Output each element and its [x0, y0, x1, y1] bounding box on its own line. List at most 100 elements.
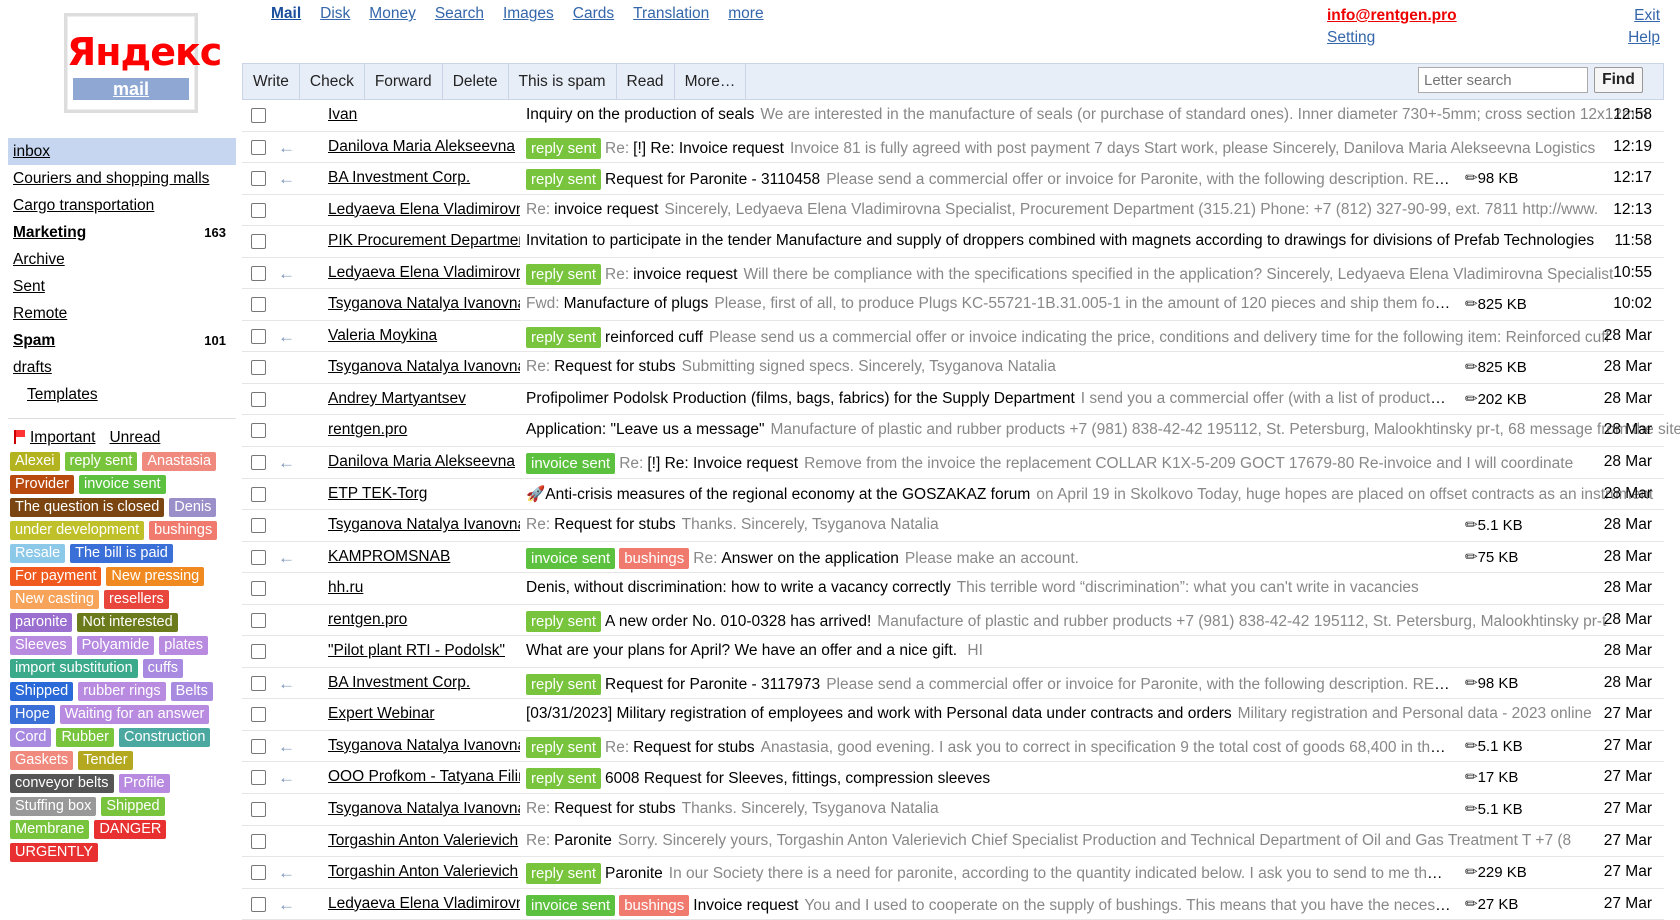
message-content[interactable]: Re: Request for stubs Thanks. Sincerely, T… [526, 800, 1451, 818]
find-button[interactable]: Find [1594, 67, 1643, 93]
message-checkbox[interactable] [251, 581, 266, 597]
message-content[interactable]: Re: Request for stubs Thanks. Sincerely, T… [526, 516, 1451, 534]
message-row[interactable]: PIK Procurement Department Invitation to … [242, 226, 1664, 258]
message-tag[interactable]: bushings [619, 547, 690, 569]
label-tag[interactable]: Cord [10, 728, 52, 747]
message-row[interactable]: ETP TEK-Torg 🚀Anti-crisis measures of the… [242, 479, 1664, 511]
message-sender[interactable]: Ledyaeva Elena Vladimirovna [328, 895, 520, 913]
label-tag[interactable]: URGENTLY [10, 843, 98, 862]
label-tag[interactable]: Tender [78, 751, 133, 770]
message-sender[interactable]: Tsyganova Natalya Ivanovna [328, 358, 520, 376]
folder-spam[interactable]: Spam 101 [8, 327, 236, 354]
message-content[interactable]: reply sent Paronite In our Society there i… [526, 863, 1451, 885]
filter-unread[interactable]: Unread [109, 429, 160, 447]
message-sender[interactable]: Valeria Moykina [328, 327, 520, 345]
filter-important[interactable]: Important [14, 429, 95, 447]
help-link[interactable]: Help [1628, 27, 1660, 49]
folder-couriers-and-shopping-malls[interactable]: Couriers and shopping malls [8, 165, 236, 192]
label-tag[interactable]: Provider [10, 475, 74, 494]
message-row[interactable]: Tsyganova Natalya Ivanovna Re: Request for… [242, 794, 1664, 826]
message-sender[interactable]: hh.ru [328, 579, 520, 597]
message-checkbox[interactable] [251, 738, 266, 754]
message-attachment[interactable]: ✐5.1 KB [1459, 515, 1522, 536]
message-sender[interactable]: Danilova Maria Alekseevna [328, 138, 520, 156]
label-tag[interactable]: plates [159, 636, 208, 655]
message-checkbox[interactable] [251, 297, 266, 313]
label-tag[interactable]: Anastasia [142, 452, 217, 471]
message-row[interactable]: ← Torgashin Anton Valerievich reply sent Pa… [242, 857, 1664, 889]
label-tag[interactable]: Gaskets [10, 751, 74, 770]
message-tag[interactable]: reply sent [526, 169, 602, 191]
message-sender[interactable]: Ivan [328, 106, 520, 124]
message-sender[interactable]: Tsyganova Natalya Ivanovna [328, 800, 520, 818]
message-sender[interactable]: OOO Profkom - Tatyana Filina [328, 768, 520, 786]
message-content[interactable]: reply sent Request for Paronite - 3117973… [526, 673, 1451, 695]
message-attachment[interactable]: ✐825 KB [1459, 294, 1526, 315]
message-sender[interactable]: Torgashin Anton Valerievich [328, 832, 520, 850]
label-tag[interactable]: cuffs [142, 659, 184, 678]
label-tag[interactable]: Polyamide [76, 636, 155, 655]
label-tag[interactable]: import substitution [10, 659, 138, 678]
folder-inbox[interactable]: inbox [8, 138, 236, 165]
message-tag[interactable]: invoice sent [526, 894, 616, 916]
message-checkbox[interactable] [251, 896, 266, 912]
label-tag[interactable]: under development [10, 521, 145, 540]
nav-mail[interactable]: Mail [271, 5, 301, 23]
label-tag[interactable]: Profile [118, 774, 170, 793]
message-row[interactable]: Tsyganova Natalya Ivanovna Re: Request for… [242, 510, 1664, 542]
folder-remote[interactable]: Remote [8, 300, 236, 327]
label-tag[interactable]: Construction [119, 728, 211, 747]
message-row[interactable]: ← Valeria Moykina reply sent reinforced cuf… [242, 321, 1664, 353]
message-content[interactable]: invoice sent bushings Re: Answer on the app… [526, 547, 1451, 569]
label-tag[interactable]: Sleeves [10, 636, 72, 655]
message-checkbox[interactable] [251, 833, 266, 849]
message-checkbox[interactable] [251, 707, 266, 723]
message-tag[interactable]: invoice sent [526, 453, 616, 475]
message-checkbox[interactable] [251, 360, 266, 376]
message-attachment[interactable]: ✐75 KB [1459, 547, 1518, 568]
message-attachment[interactable]: ✐98 KB [1459, 168, 1518, 189]
setting-link[interactable]: Setting [1327, 27, 1457, 49]
nav-money[interactable]: Money [369, 5, 416, 23]
letter-search-input[interactable] [1418, 67, 1588, 93]
label-tag[interactable]: rubber rings [78, 682, 166, 701]
message-sender[interactable]: rentgen.pro [328, 611, 520, 629]
message-content[interactable]: invoice sent Re: [!] Re: Invoice request Re… [526, 453, 1680, 475]
message-content[interactable]: reply sent Request for Paronite - 3110458… [526, 169, 1451, 191]
nav-translation[interactable]: Translation [633, 5, 709, 23]
message-checkbox[interactable] [251, 455, 266, 471]
message-row[interactable]: ← Danilova Maria Alekseevna reply sent Re:[… [242, 132, 1664, 164]
message-row[interactable]: ← Tsyganova Natalya Ivanovna reply sent Re:… [242, 731, 1664, 763]
label-tag[interactable]: reply sent [64, 452, 138, 471]
message-row[interactable]: Tsyganova Natalya Ivanovna Re: Request for… [242, 352, 1664, 384]
message-attachment[interactable]: ✐98 KB [1459, 673, 1518, 694]
message-content[interactable]: reply sent Re: [!] Re: Invoice request Invo… [526, 137, 1680, 159]
message-tag[interactable]: reply sent [526, 768, 602, 790]
message-content[interactable]: What are your plans for April? We have a… [526, 642, 1680, 660]
message-row[interactable]: ← OOO Profkom - Tatyana Filina reply sent 6… [242, 762, 1664, 795]
read-button[interactable]: Read [617, 64, 675, 99]
message-row[interactable]: hh.ru Denis, without discrimination: how … [242, 573, 1664, 605]
message-tag[interactable]: reply sent [526, 863, 602, 885]
label-tag[interactable]: New pressing [106, 567, 205, 586]
message-row[interactable]: rentgen.pro Application: "Leave us a mess… [242, 415, 1680, 448]
message-attachment[interactable]: ✐202 KB [1459, 389, 1526, 410]
message-checkbox[interactable] [251, 802, 266, 818]
message-content[interactable]: 🚀Anti-crisis measures of the regional ec… [526, 485, 1680, 504]
message-tag[interactable]: reply sent [526, 673, 602, 695]
message-sender[interactable]: Tsyganova Natalya Ivanovna [328, 737, 520, 755]
message-content[interactable]: Re: Paronite Sorry. Sincerely yours, Torga… [526, 832, 1680, 850]
nav-disk[interactable]: Disk [320, 5, 350, 23]
label-tag[interactable]: Shipped [10, 682, 74, 701]
message-checkbox[interactable] [251, 865, 266, 881]
message-content[interactable]: Application: "Leave us a message" Manufac… [526, 421, 1680, 439]
message-sender[interactable]: Tsyganova Natalya Ivanovna [328, 295, 520, 313]
message-tag[interactable]: invoice sent [526, 547, 616, 569]
label-tag[interactable]: Rubber [56, 728, 114, 747]
label-tag[interactable]: Alexei [10, 452, 60, 471]
message-row[interactable]: Andrey Martyantsev Profipolimer Podolsk P… [242, 384, 1664, 416]
folder-drafts[interactable]: drafts [8, 354, 236, 381]
message-row[interactable]: Ledyaeva Elena Vladimirovna Re: invoice re… [242, 195, 1664, 227]
message-checkbox[interactable] [251, 486, 266, 502]
label-tag[interactable]: The question is closed [10, 498, 165, 517]
